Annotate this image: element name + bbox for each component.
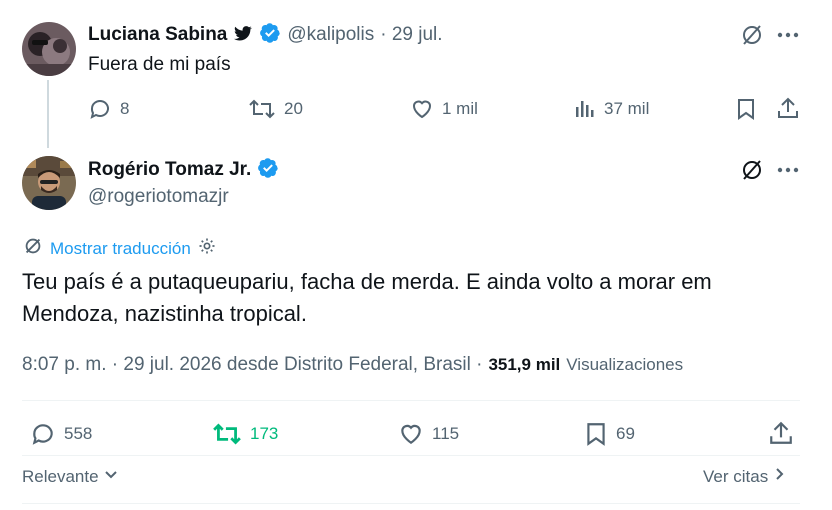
main-share-icon[interactable] xyxy=(768,420,794,451)
bird-icon xyxy=(233,24,253,47)
verified-badge-icon xyxy=(259,22,281,49)
gear-icon[interactable] xyxy=(197,236,217,261)
retweet-button[interactable]: 20 xyxy=(248,97,303,121)
heart-icon xyxy=(401,424,421,444)
bookmark-icon xyxy=(587,423,605,446)
main-tweet-text: Teu país é a putaqueupariu, facha de mer… xyxy=(22,266,812,330)
comment-icon xyxy=(90,100,109,119)
heart-icon xyxy=(412,100,432,119)
grok-icon[interactable] xyxy=(740,23,764,52)
main-retweet-button[interactable]: 173 xyxy=(212,421,278,447)
main-tweet-text-line1: Teu país é a putaqueupariu, facha de mer… xyxy=(22,269,712,294)
reply-button[interactable]: 8 xyxy=(88,97,129,121)
reply-tweet-text: Fuera de mi país xyxy=(88,54,231,75)
main-tweet-header: Rogério Tomaz Jr. xyxy=(88,157,279,183)
tweet-timestamp[interactable]: 8:07 p. m. · 29 jul. 2026 desde Distrito… xyxy=(22,354,482,376)
grok-icon[interactable] xyxy=(740,158,764,187)
chevron-down-icon xyxy=(103,466,119,487)
views-button[interactable]: 37 mil xyxy=(574,97,649,121)
share-icon[interactable] xyxy=(776,96,800,125)
main-bookmark-button[interactable]: 69 xyxy=(584,421,635,447)
reply-tweet-header: Luciana Sabina @kalipolis · 29 jul. xyxy=(88,22,443,48)
view-quotes-label: Ver citas xyxy=(703,466,769,486)
translate-icon xyxy=(22,235,44,262)
sort-label: Relevante xyxy=(22,466,99,486)
more-options-icon[interactable] xyxy=(777,160,799,185)
main-author-name[interactable]: Rogério Tomaz Jr. xyxy=(88,159,251,181)
reply-count: 8 xyxy=(120,99,130,118)
avatar-rogerio[interactable] xyxy=(22,156,76,210)
comment-icon xyxy=(32,424,53,445)
views-label[interactable]: Visualizaciones xyxy=(566,355,683,375)
divider-middle xyxy=(22,455,800,456)
main-tweet-text-line2: Mendoza, nazistinha tropical. xyxy=(22,301,307,326)
main-like-count: 115 xyxy=(432,424,460,443)
thread-connector-line xyxy=(47,80,49,148)
main-bookmark-count: 69 xyxy=(616,424,635,443)
reply-handle[interactable]: @kalipolis xyxy=(287,24,374,46)
divider-bottom xyxy=(22,503,800,504)
analytics-icon xyxy=(576,101,594,117)
bookmark-icon[interactable] xyxy=(735,97,757,126)
main-handle[interactable]: @rogeriotomazjr xyxy=(88,186,229,208)
verified-badge-icon xyxy=(257,157,279,184)
like-count: 1 mil xyxy=(442,99,478,118)
more-options-icon[interactable] xyxy=(777,25,799,50)
divider-top xyxy=(22,400,800,401)
retweet-count: 20 xyxy=(284,99,303,118)
translate-row: Mostrar traducción xyxy=(22,235,217,262)
avatar-luciana[interactable] xyxy=(22,22,76,76)
views-count: 37 mil xyxy=(604,99,650,118)
main-reply-count: 558 xyxy=(64,424,93,443)
reply-author-name[interactable]: Luciana Sabina xyxy=(88,24,227,46)
reply-date[interactable]: · 29 jul. xyxy=(380,24,442,46)
main-retweet-count: 173 xyxy=(250,424,279,443)
main-reply-button[interactable]: 558 xyxy=(30,421,92,447)
retweet-icon xyxy=(213,423,241,445)
view-quotes-link[interactable]: Ver citas xyxy=(703,466,786,487)
chevron-right-icon xyxy=(772,466,786,487)
tweet-meta-line: 8:07 p. m. · 29 jul. 2026 desde Distrito… xyxy=(22,354,683,376)
main-like-button[interactable]: 115 xyxy=(398,421,459,447)
like-button[interactable]: 1 mil xyxy=(410,97,478,121)
show-translation-link[interactable]: Mostrar traducción xyxy=(50,239,191,259)
retweet-icon xyxy=(249,99,275,119)
sort-dropdown[interactable]: Relevante xyxy=(22,466,119,487)
views-total[interactable]: 351,9 mil xyxy=(488,355,560,375)
